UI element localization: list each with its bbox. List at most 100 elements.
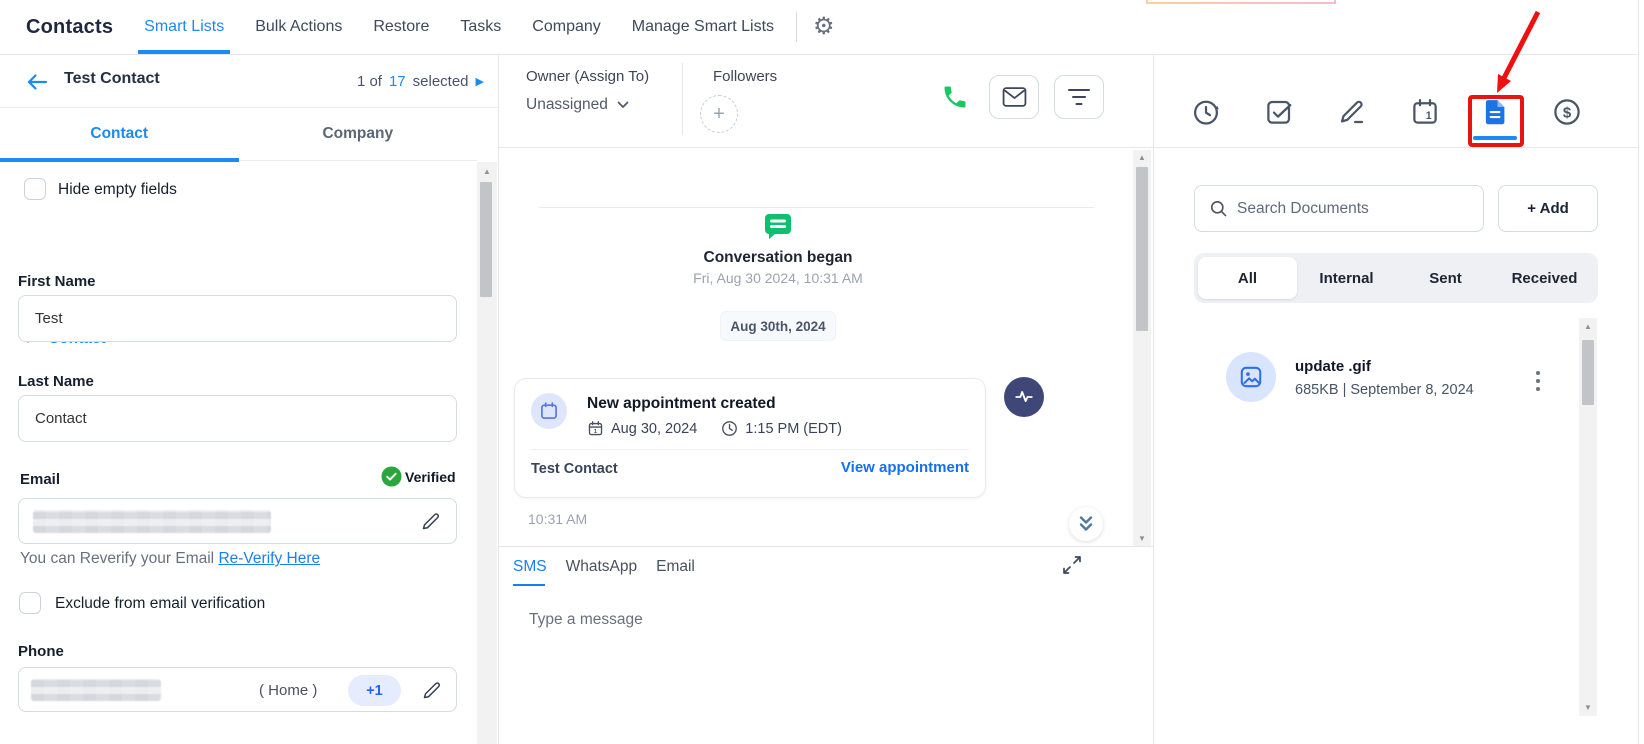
tab-restore[interactable]: Restore	[373, 0, 429, 54]
message-input[interactable]	[529, 605, 1089, 635]
tab-contact[interactable]: Contact	[0, 108, 239, 160]
phone-label: Phone	[18, 643, 64, 660]
collapse-composer-icon[interactable]	[1062, 555, 1084, 577]
phone-extra-badge[interactable]: +1	[348, 675, 401, 706]
active-rail-underline	[1473, 136, 1517, 140]
exclude-verification-label: Exclude from email verification	[55, 595, 265, 613]
document-menu-icon[interactable]	[1530, 365, 1546, 397]
documents-search[interactable]	[1194, 185, 1484, 232]
tab-company[interactable]: Company	[532, 0, 600, 54]
filter-icon	[1067, 87, 1091, 107]
filter-tab-received[interactable]: Received	[1495, 257, 1594, 299]
filter-tab-all[interactable]: All	[1198, 257, 1297, 299]
tab-manage-smart-lists[interactable]: Manage Smart Lists	[632, 0, 774, 54]
email-field[interactable]	[18, 498, 457, 544]
phone-field[interactable]: ( Home ) +1	[18, 667, 457, 712]
appointment-date: Aug 30, 2024	[611, 421, 697, 437]
scrollbar-thumb[interactable]	[480, 182, 492, 297]
documents-icon[interactable]	[1478, 95, 1512, 129]
conversation-scrollbar[interactable]: ▲ ▼	[1133, 150, 1151, 546]
phone-edit-icon[interactable]	[421, 679, 443, 701]
tab-company[interactable]: Company	[239, 108, 478, 160]
svg-text:$: $	[1563, 104, 1572, 121]
phone-value-redacted	[31, 679, 161, 701]
pager-next-icon[interactable]: ▶	[476, 75, 484, 88]
add-document-button[interactable]: + Add	[1498, 185, 1598, 232]
followers-label: Followers	[713, 68, 777, 85]
back-arrow-icon[interactable]	[24, 69, 50, 95]
tab-sms[interactable]: SMS	[513, 558, 547, 586]
envelope-icon	[1002, 86, 1027, 108]
email-action-button[interactable]	[989, 75, 1039, 119]
appointments-icon[interactable]: 1	[1408, 95, 1442, 129]
check-circle-icon	[381, 466, 402, 487]
contact-name-title: Test Contact	[64, 70, 160, 88]
svg-text:1: 1	[594, 429, 597, 435]
reverify-link[interactable]: Re-Verify Here	[218, 550, 320, 567]
nav-divider	[796, 12, 797, 42]
calendar-icon	[539, 401, 559, 421]
document-list-item[interactable]: update .gif 685KB | September 8, 2024	[1206, 345, 1558, 415]
activity-history-icon[interactable]	[1189, 95, 1223, 129]
exclude-verification-checkbox[interactable]	[19, 592, 41, 614]
documents-search-input[interactable]	[1237, 200, 1469, 218]
reverify-text: You can Reverify your Email	[20, 550, 214, 567]
activity-avatar	[1004, 377, 1044, 417]
tab-bulk-actions[interactable]: Bulk Actions	[255, 0, 342, 54]
contact-detail-panel: Test Contact 1 of 17 selected ▶ Contact …	[0, 55, 498, 744]
date-chip: Aug 30th, 2024	[720, 311, 836, 341]
email-edit-icon[interactable]	[420, 510, 442, 532]
top-nav: Contacts Smart Lists Bulk Actions Restor…	[0, 0, 1638, 55]
message-timestamp: 10:31 AM	[528, 511, 587, 527]
scroll-down-icon[interactable]: ▼	[1579, 703, 1597, 712]
owner-dropdown[interactable]: Unassigned	[526, 96, 629, 114]
scroll-up-icon[interactable]: ▲	[477, 167, 497, 176]
view-appointment-link[interactable]: View appointment	[841, 459, 969, 476]
app-title: Contacts	[26, 16, 113, 39]
pager-prefix: 1 of	[357, 73, 382, 90]
first-name-label: First Name	[18, 273, 96, 290]
filter-tab-sent[interactable]: Sent	[1396, 257, 1495, 299]
phone-type-label: ( Home )	[259, 682, 317, 699]
contact-panel-scrollbar[interactable]: ▲	[477, 162, 497, 744]
add-follower-button[interactable]: +	[700, 95, 738, 133]
documents-scrollbar[interactable]: ▲ ▼	[1579, 318, 1597, 716]
hide-empty-fields-checkbox[interactable]	[24, 178, 46, 200]
phone-icon	[941, 83, 969, 111]
contact-header: Test Contact 1 of 17 selected ▶	[0, 55, 498, 108]
contact-pager: 1 of 17 selected ▶	[357, 73, 484, 90]
chevron-down-icon	[617, 101, 629, 109]
conversation-top-divider	[539, 207, 1094, 208]
first-name-input[interactable]	[18, 295, 457, 342]
last-name-input[interactable]	[18, 395, 457, 442]
email-label: Email	[20, 471, 60, 488]
tab-smart-lists[interactable]: Smart Lists	[144, 0, 224, 54]
scroll-up-icon[interactable]: ▲	[1579, 322, 1597, 331]
search-icon	[1209, 199, 1228, 218]
scrollbar-thumb[interactable]	[1136, 167, 1148, 331]
notes-icon[interactable]	[1335, 95, 1369, 129]
payments-icon[interactable]: $	[1550, 95, 1584, 129]
card-divider	[531, 449, 969, 450]
scroll-up-icon[interactable]: ▲	[1133, 153, 1151, 162]
filter-tab-internal[interactable]: Internal	[1297, 257, 1396, 299]
tab-tasks[interactable]: Tasks	[460, 0, 501, 54]
tab-whatsapp[interactable]: WhatsApp	[566, 558, 638, 586]
scrollbar-thumb[interactable]	[1582, 340, 1594, 405]
gear-icon[interactable]: ⚙	[813, 15, 835, 39]
clipped-toast-edge	[1146, 0, 1336, 4]
svg-text:1: 1	[1426, 110, 1432, 122]
tasks-icon[interactable]	[1262, 95, 1296, 129]
hide-empty-fields-label: Hide empty fields	[58, 181, 177, 199]
scroll-to-bottom-button[interactable]	[1069, 507, 1103, 541]
double-chevron-down-icon	[1077, 515, 1095, 533]
filter-button[interactable]	[1054, 75, 1104, 119]
last-name-label: Last Name	[18, 373, 94, 390]
call-button[interactable]	[937, 79, 973, 115]
pager-suffix: selected	[413, 73, 469, 90]
tab-email[interactable]: Email	[656, 558, 695, 586]
image-icon	[1238, 364, 1264, 390]
contact-company-tabs: Contact Company	[0, 108, 477, 161]
scroll-down-icon[interactable]: ▼	[1133, 534, 1151, 543]
header-divider	[682, 63, 683, 135]
